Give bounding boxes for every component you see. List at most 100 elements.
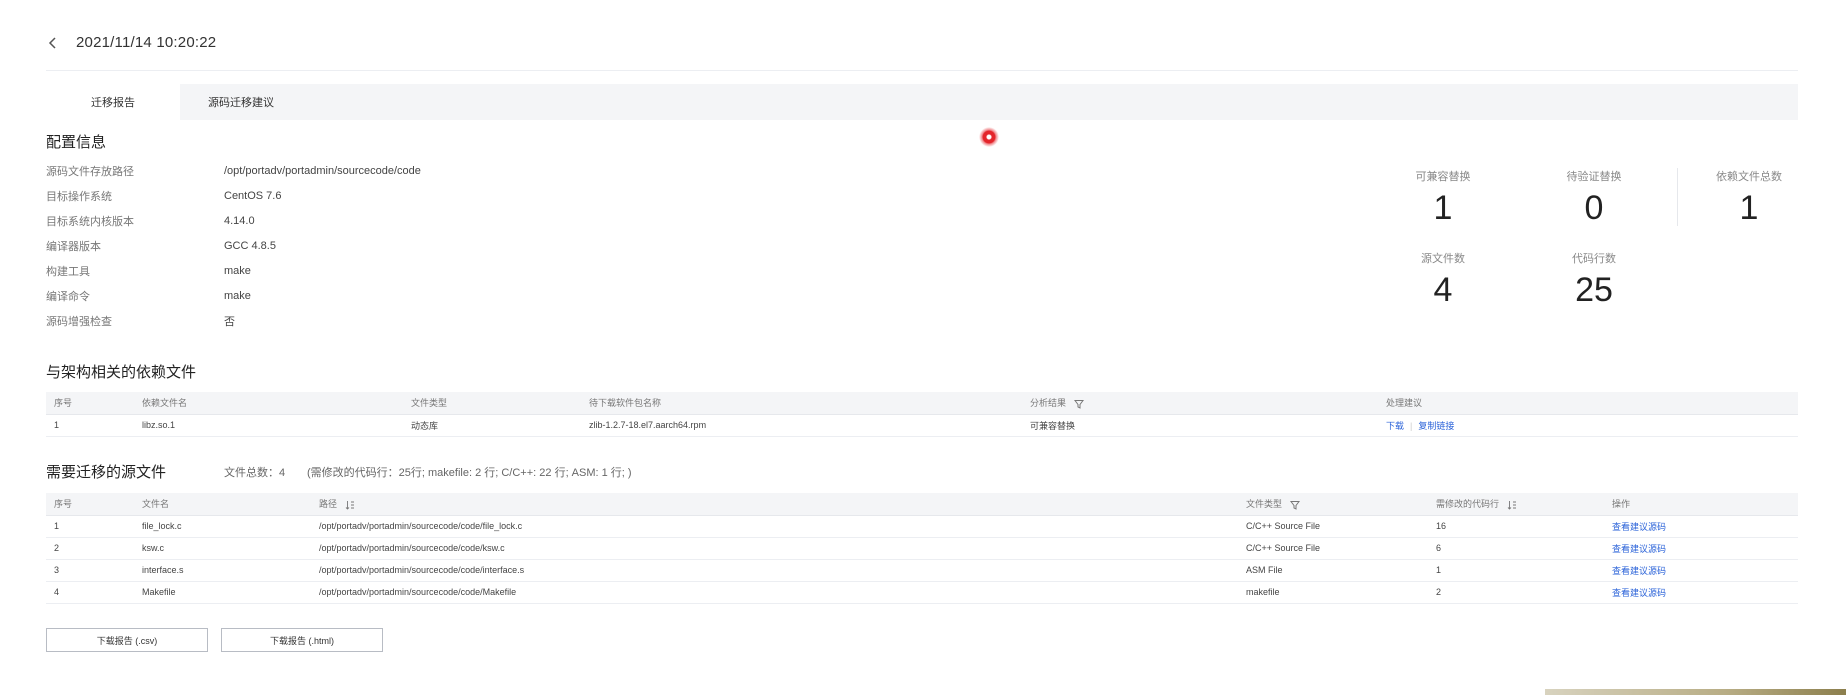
- sort-icon[interactable]: [1507, 500, 1517, 510]
- cell-lines: 1: [1428, 559, 1604, 582]
- download-csv-button[interactable]: 下载报告 (.csv): [46, 628, 208, 652]
- stat-label: 可兼容替换: [1415, 171, 1471, 183]
- stat-value: 25: [1575, 271, 1613, 309]
- cell-name: file_lock.c: [134, 515, 311, 538]
- stat-label: 依赖文件总数: [1716, 171, 1782, 183]
- column-header: 文件名: [134, 493, 311, 516]
- config-label: 构建工具: [46, 266, 90, 278]
- config-label: 编译器版本: [46, 241, 101, 253]
- sources-section-title: 需要迁移的源文件: [46, 464, 167, 481]
- cell-name: libz.so.1: [134, 414, 403, 437]
- column-header: 处理建议: [1378, 392, 1798, 415]
- cell-action: 查看建议源码: [1604, 537, 1798, 560]
- config-row: 目标操作系统 CentOS 7.6: [46, 189, 281, 203]
- copy-link-link[interactable]: 复制链接: [1418, 421, 1454, 431]
- config-value: /opt/portadv/portadmin/sourcecode/code: [224, 165, 421, 177]
- table-row: 1 file_lock.c /opt/portadv/portadmin/sou…: [46, 515, 1798, 538]
- tab-bar: 迁移报告 源码迁移建议: [46, 84, 1798, 120]
- cell-no: 4: [46, 581, 134, 604]
- cell-result: 可兼容替换: [1022, 414, 1378, 437]
- table-header-row: 序号 依赖文件名 文件类型 待下载软件包名称 分析结果 处理建议: [46, 392, 1798, 415]
- cell-type: C/C++ Source File: [1238, 515, 1428, 538]
- tab-source-migration-advice[interactable]: 源码迁移建议: [180, 84, 302, 120]
- stat-label: 待验证替换: [1566, 171, 1622, 183]
- config-value: GCC 4.8.5: [224, 240, 276, 252]
- stat-label: 代码行数: [1572, 253, 1616, 265]
- stat-value: 1: [1433, 189, 1453, 227]
- config-label: 目标操作系统: [46, 191, 112, 203]
- config-label: 目标系统内核版本: [46, 216, 134, 228]
- cell-no: 1: [46, 515, 134, 538]
- column-header-label: 分析结果: [1030, 398, 1067, 409]
- cell-no: 1: [46, 414, 134, 437]
- config-label: 源码文件存放路径: [46, 166, 134, 178]
- chevron-left-icon[interactable]: [46, 36, 60, 50]
- cell-type: 动态库: [403, 414, 581, 437]
- config-value: make: [224, 290, 251, 302]
- action-separator: |: [1410, 420, 1413, 431]
- stat-code-lines: 代码行数 25: [1519, 250, 1669, 308]
- table-row: 3 interface.s /opt/portadv/portadmin/sou…: [46, 559, 1798, 582]
- cell-actions: 下载 | 复制链接: [1378, 414, 1798, 437]
- stat-compatible: 可兼容替换 1: [1368, 168, 1518, 226]
- view-suggestion-link[interactable]: 查看建议源码: [1612, 544, 1666, 554]
- cell-no: 2: [46, 537, 134, 560]
- column-header: 操作: [1604, 493, 1798, 516]
- config-value: 4.14.0: [224, 215, 255, 227]
- column-header-label: 需修改的代码行: [1436, 499, 1500, 510]
- cell-action: 查看建议源码: [1604, 581, 1798, 604]
- sort-icon[interactable]: [345, 500, 355, 510]
- stat-dependency-total: 依赖文件总数 1: [1674, 168, 1824, 226]
- cell-path: /opt/portadv/portadmin/sourcecode/code/i…: [311, 559, 1238, 582]
- stat-value: 1: [1739, 189, 1759, 227]
- tab-migration-report[interactable]: 迁移报告: [46, 84, 180, 120]
- config-value: 否: [224, 316, 235, 328]
- cell-name: ksw.c: [134, 537, 311, 560]
- column-header: 依赖文件名: [134, 392, 403, 415]
- cell-package: zlib-1.2.7-18.el7.aarch64.rpm: [581, 414, 1022, 437]
- cell-lines: 6: [1428, 537, 1604, 560]
- cell-path: /opt/portadv/portadmin/sourcecode/code/M…: [311, 581, 1238, 604]
- config-row: 构建工具 make: [46, 264, 251, 278]
- view-suggestion-link[interactable]: 查看建议源码: [1612, 566, 1666, 576]
- config-row: 编译命令 make: [46, 289, 251, 303]
- deps-table: 序号 依赖文件名 文件类型 待下载软件包名称 分析结果 处理建议 1 libz.…: [46, 392, 1798, 437]
- column-header-label: 路径: [319, 499, 338, 510]
- config-row: 目标系统内核版本 4.14.0: [46, 214, 255, 228]
- deps-section-title: 与架构相关的依赖文件: [46, 364, 197, 381]
- download-link[interactable]: 下载: [1386, 421, 1404, 431]
- stat-value: 4: [1433, 271, 1453, 309]
- config-row: 源码增强检查 否: [46, 314, 235, 328]
- cell-path: /opt/portadv/portadmin/sourcecode/code/k…: [311, 537, 1238, 560]
- download-html-button[interactable]: 下载报告 (.html): [221, 628, 383, 652]
- config-value: make: [224, 265, 251, 277]
- column-header-path[interactable]: 路径: [311, 493, 1238, 516]
- cell-name: interface.s: [134, 559, 311, 582]
- config-label: 源码增强检查: [46, 316, 112, 328]
- config-row: 编译器版本 GCC 4.8.5: [46, 239, 276, 253]
- config-row: 源码文件存放路径 /opt/portadv/portadmin/sourceco…: [46, 164, 421, 178]
- cell-action: 查看建议源码: [1604, 559, 1798, 582]
- table-row: 2 ksw.c /opt/portadv/portadmin/sourcecod…: [46, 537, 1798, 560]
- filter-icon[interactable]: [1289, 500, 1300, 510]
- column-header-result[interactable]: 分析结果: [1022, 392, 1378, 415]
- sources-detail: (需修改的代码行：25行; makefile: 2 行; C/C++: 22 行…: [307, 467, 632, 479]
- cell-lines: 2: [1428, 581, 1604, 604]
- config-value: CentOS 7.6: [224, 190, 282, 202]
- table-row: 1 libz.so.1 动态库 zlib-1.2.7-18.el7.aarch6…: [46, 414, 1798, 437]
- view-suggestion-link[interactable]: 查看建议源码: [1612, 522, 1666, 532]
- sources-table: 序号 文件名 路径 文件类型 需修改的代码行 操作 1 file_lock.c …: [46, 493, 1798, 604]
- cell-type: makefile: [1238, 581, 1428, 604]
- stat-label: 源文件数: [1421, 253, 1465, 265]
- header-divider: [46, 70, 1798, 71]
- filter-icon[interactable]: [1073, 399, 1084, 409]
- column-header-lines[interactable]: 需修改的代码行: [1428, 493, 1604, 516]
- column-header-file-type[interactable]: 文件类型: [1238, 493, 1428, 516]
- cell-name: Makefile: [134, 581, 311, 604]
- config-section-title: 配置信息: [46, 134, 107, 151]
- view-suggestion-link[interactable]: 查看建议源码: [1612, 588, 1666, 598]
- column-header-label: 文件类型: [1246, 499, 1283, 510]
- cell-type: C/C++ Source File: [1238, 537, 1428, 560]
- page-title: 2021/11/14 10:20:22: [76, 34, 217, 51]
- table-row: 4 Makefile /opt/portadv/portadmin/source…: [46, 581, 1798, 604]
